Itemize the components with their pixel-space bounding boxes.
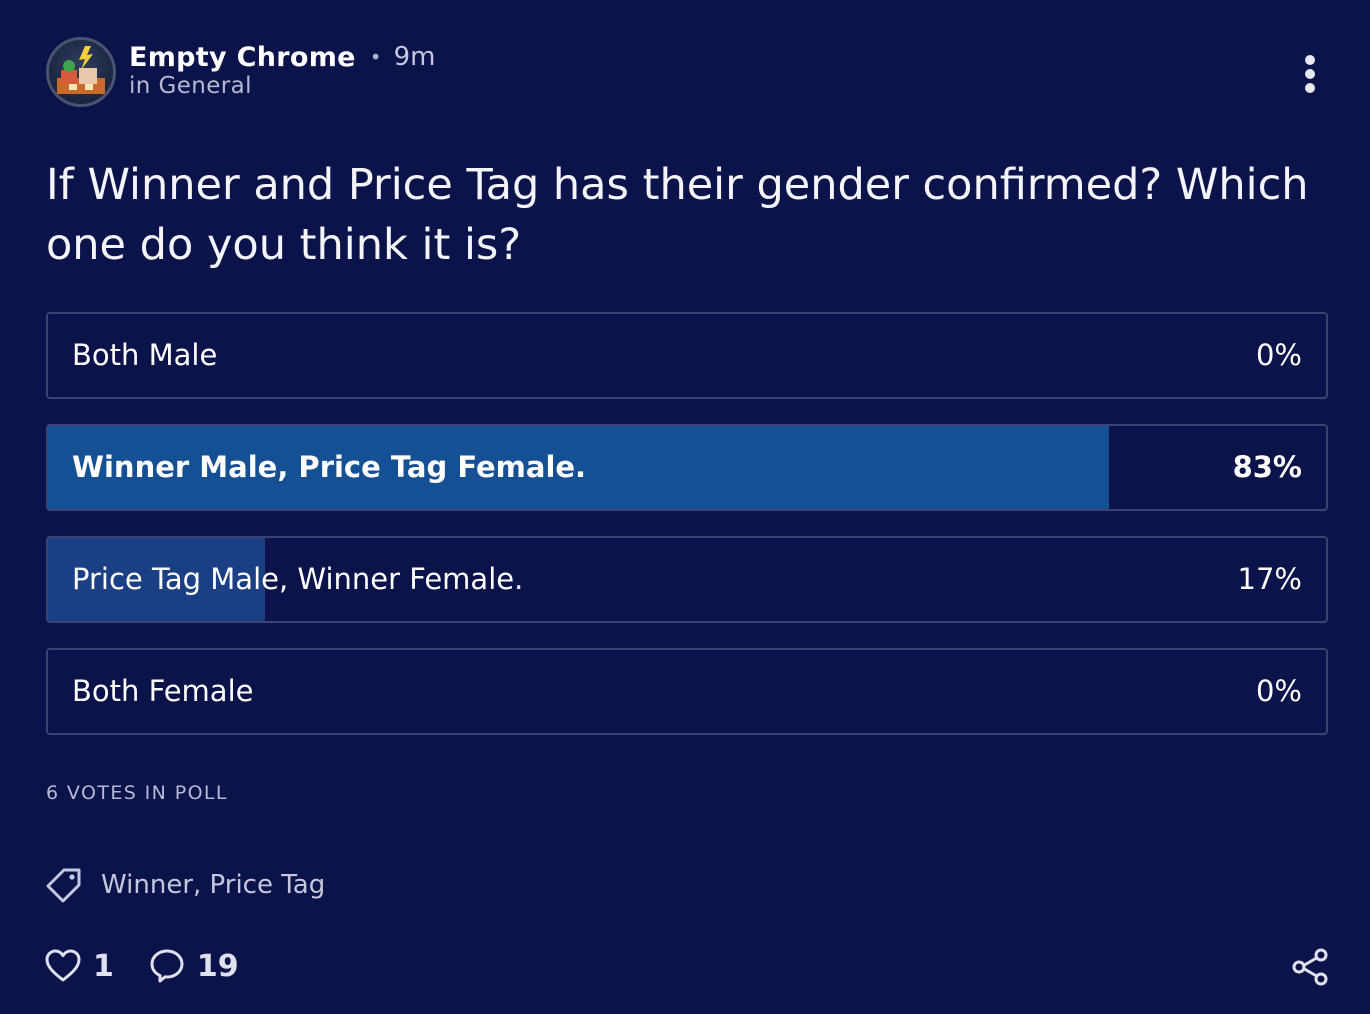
poll-option-label: Both Female xyxy=(72,674,254,708)
tags-row: Winner, Price Tag xyxy=(44,864,325,906)
poll-option-label: Both Male xyxy=(72,338,218,372)
poll-option[interactable]: Both Male 0% xyxy=(46,312,1328,399)
comment-bubble-icon xyxy=(150,949,184,983)
poll-question: If Winner and Price Tag has their gender… xyxy=(46,160,1309,270)
more-vertical-icon-dot xyxy=(1305,83,1315,93)
heart-icon xyxy=(45,949,81,982)
poll-option[interactable]: Winner Male, Price Tag Female. 83% xyxy=(46,424,1328,511)
meta-separator: • xyxy=(369,45,382,69)
poll-vote-count: 6 votes in poll xyxy=(46,782,228,804)
comment-button[interactable]: 19 xyxy=(148,947,239,985)
author-name[interactable]: Empty Chrome xyxy=(129,42,356,73)
author-row: Empty Chrome • 9m xyxy=(129,39,435,75)
post-category[interactable]: in General xyxy=(129,73,252,99)
share-icon xyxy=(1292,948,1328,986)
share-button[interactable] xyxy=(1290,947,1330,987)
like-count: 1 xyxy=(93,948,114,984)
poll-option-percent: 0% xyxy=(1255,338,1302,372)
poll-option[interactable]: Both Female 0% xyxy=(46,648,1328,735)
poll-option-label: Winner Male, Price Tag Female. xyxy=(72,450,587,484)
avatar-image xyxy=(57,46,105,94)
more-options-button[interactable] xyxy=(1291,52,1329,96)
tag-icon xyxy=(46,868,81,903)
poll-option[interactable]: Price Tag Male, Winner Female. 17% xyxy=(46,536,1328,623)
tags-list[interactable]: Winner, Price Tag xyxy=(101,870,325,900)
poll-option-label: Price Tag Male, Winner Female. xyxy=(72,562,524,596)
post-actions: 1 19 xyxy=(44,945,239,987)
more-vertical-icon-dot xyxy=(1305,55,1315,65)
poll-option-percent: 0% xyxy=(1255,674,1302,708)
poll-option-percent: 17% xyxy=(1237,562,1302,596)
more-vertical-icon-dot xyxy=(1305,69,1315,79)
post-time: 9m xyxy=(393,42,436,72)
comment-count: 19 xyxy=(196,948,239,984)
like-button[interactable]: 1 xyxy=(44,947,114,985)
poll-option-percent: 83% xyxy=(1232,450,1302,484)
author-avatar[interactable] xyxy=(46,37,116,107)
poll-post: Empty Chrome • 9m in General If Winner a… xyxy=(0,0,1370,1014)
